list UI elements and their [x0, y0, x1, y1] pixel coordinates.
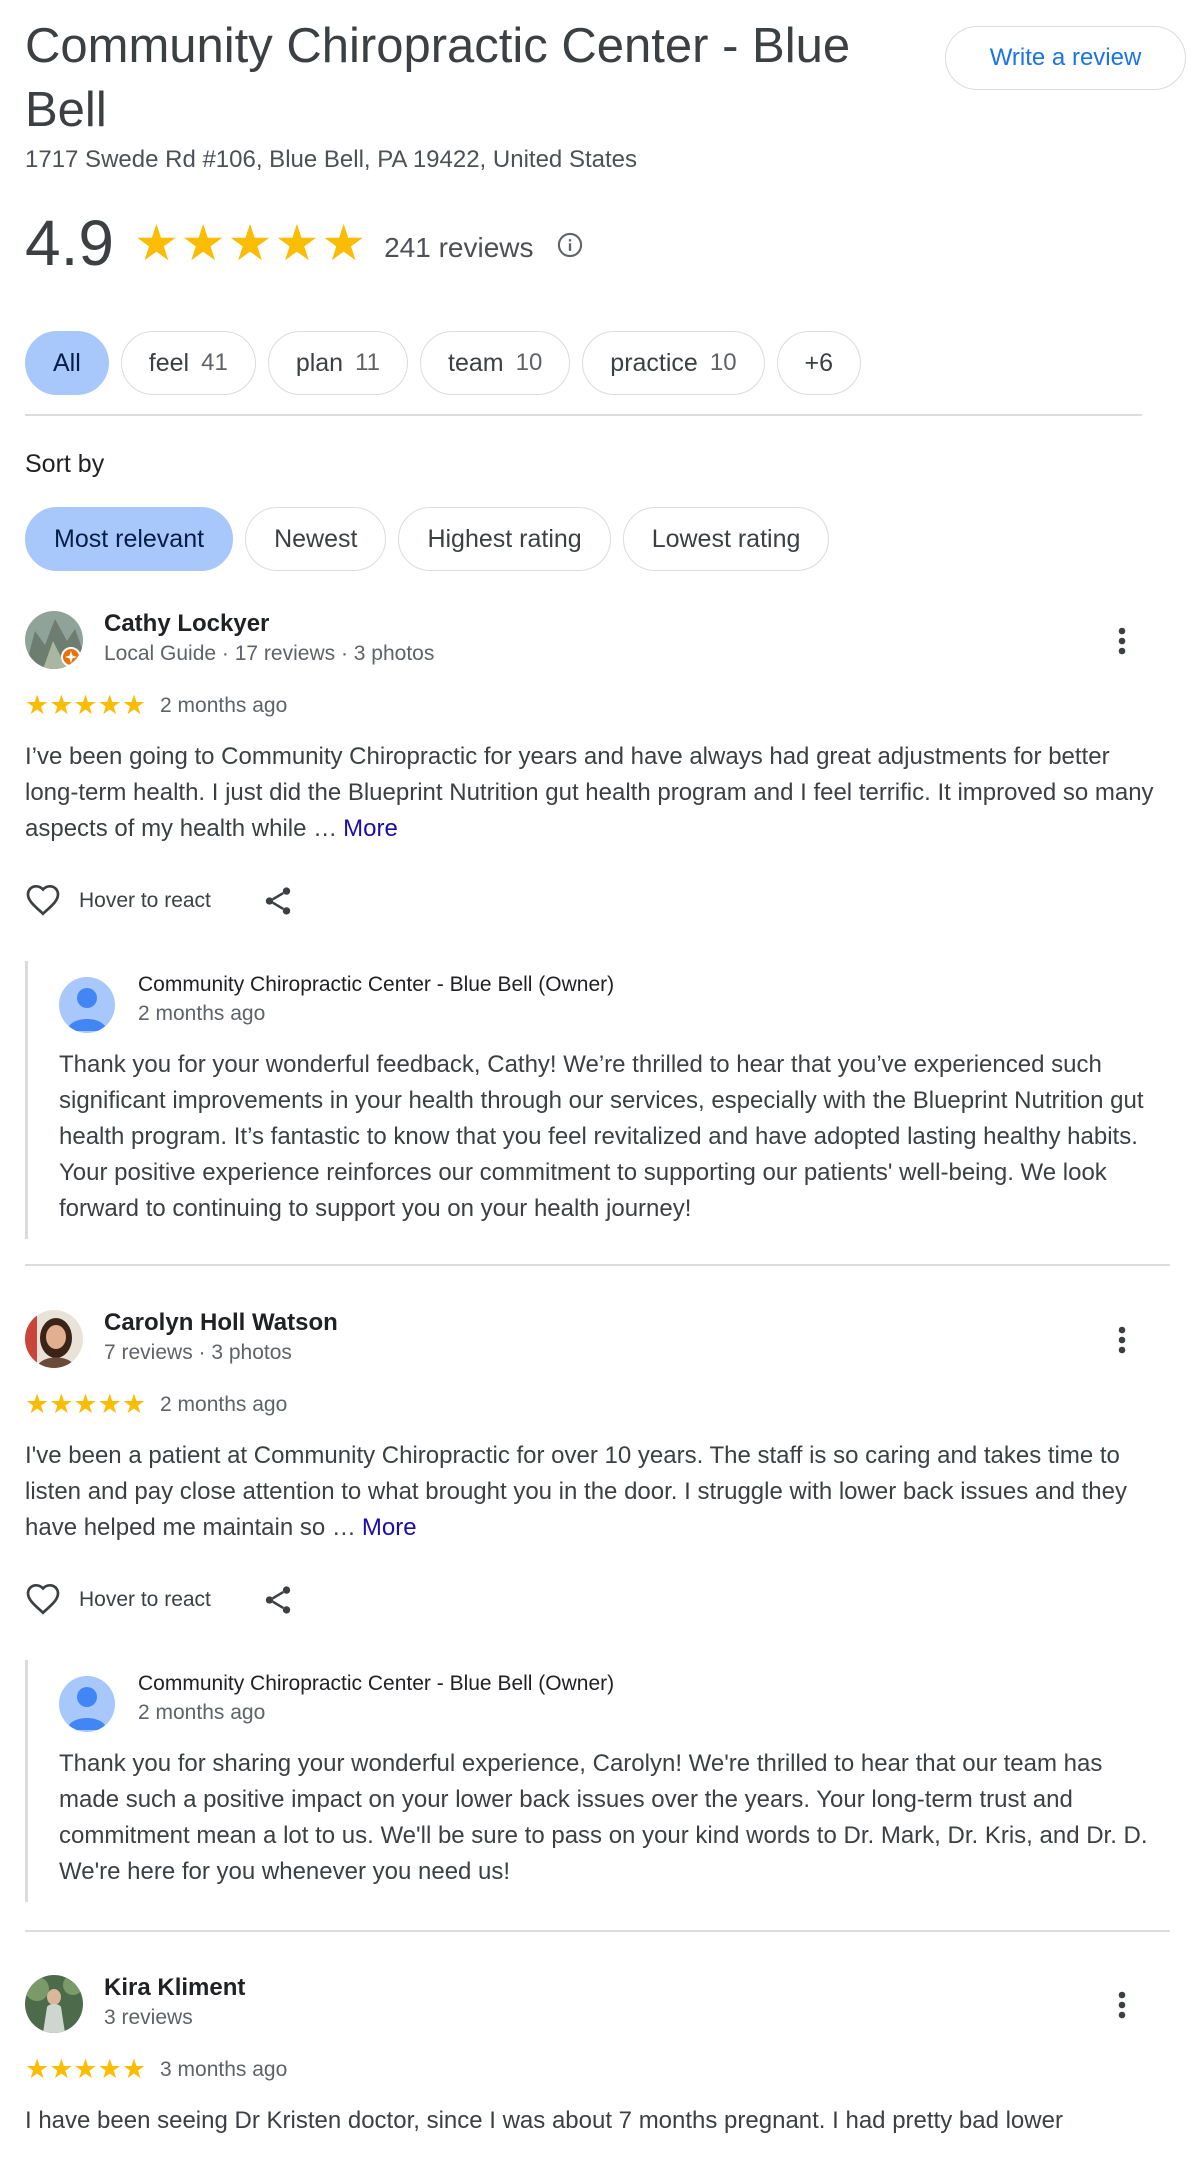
react-label: Hover to react: [79, 889, 211, 912]
chip-count: 10: [515, 349, 543, 376]
review-item: Cathy Lockyer Local Guide · 17 reviews ·…: [25, 610, 1175, 1239]
chip-label: Highest rating: [427, 524, 582, 553]
sort-by-label: Sort by: [25, 450, 105, 478]
divider: [25, 414, 1142, 416]
chip-label: plan: [295, 348, 344, 377]
reviewer-meta: 7 reviews · 3 photos: [104, 1341, 292, 1364]
sort-newest[interactable]: Newest: [245, 507, 387, 571]
divider: [25, 1930, 1170, 1932]
share-icon[interactable]: [261, 884, 295, 918]
more-link[interactable]: More: [362, 1514, 417, 1541]
reviewer-name[interactable]: Carolyn Holl Watson: [104, 1309, 338, 1337]
chip-label: Most relevant: [54, 524, 205, 553]
topic-filter-chips: All feel 41 plan 11 team 10 practice 10 …: [25, 331, 862, 395]
review-time: 2 months ago: [160, 1392, 288, 1416]
star-icon: ★: [227, 215, 273, 271]
review-rating: ★★★★★ 2 months ago: [25, 1389, 287, 1420]
reviewer-meta: Local Guide · 17 reviews · 3 photos: [104, 642, 435, 665]
chip-label: Lowest rating: [651, 524, 801, 553]
chip-feel[interactable]: feel 41: [120, 331, 256, 395]
chip-more-topics[interactable]: +6: [776, 331, 862, 395]
business-header: Community Chiropractic Center - Blue Bel…: [25, 14, 885, 174]
chip-team[interactable]: team 10: [420, 331, 571, 395]
owner-response-text: Thank you for sharing your wonderful exp…: [59, 1750, 1148, 1885]
star-icon: ★: [133, 215, 179, 271]
owner-response-time: 2 months ago: [138, 1002, 266, 1025]
owner-response: Community Chiropractic Center - Blue Bel…: [25, 1660, 1175, 1902]
info-icon[interactable]: [556, 231, 584, 259]
owner-response-text: Thank you for your wonderful feedback, C…: [59, 1051, 1144, 1222]
reviewer-meta: 3 reviews: [104, 2006, 193, 2029]
chip-label: Newest: [274, 524, 358, 553]
chip-label: +6: [804, 348, 834, 377]
review-time: 3 months ago: [160, 2057, 288, 2081]
review-stars: ★★★★★: [25, 690, 147, 720]
chip-practice[interactable]: practice 10: [582, 331, 765, 395]
review-item: Carolyn Holl Watson 7 reviews · 3 photos…: [25, 1309, 1175, 1910]
sort-highest-rating[interactable]: Highest rating: [398, 507, 611, 571]
chip-label: team: [448, 348, 504, 377]
review-rating: ★★★★★ 3 months ago: [25, 2054, 287, 2085]
owner-avatar: [59, 1676, 115, 1732]
reviewer-name[interactable]: Kira Kliment: [104, 1974, 245, 2002]
review-text-content: I've been a patient at Community Chiropr…: [25, 1442, 1127, 1541]
review-actions: Hover to react: [25, 1582, 295, 1618]
rating-value: 4.9: [25, 207, 114, 279]
chip-label: feel: [148, 348, 190, 377]
avatar[interactable]: [25, 1975, 83, 2033]
avatar[interactable]: [25, 1310, 83, 1368]
star-icon: ★: [180, 215, 226, 271]
divider: [25, 1264, 1170, 1266]
rating-summary: 4.9 ★ ★ ★ ★ ★ 241 reviews: [25, 208, 584, 278]
avatar[interactable]: [25, 611, 83, 669]
chip-count: 10: [709, 349, 737, 376]
owner-name: Community Chiropractic Center - Blue Bel…: [138, 973, 615, 996]
star-icon: ★: [321, 215, 367, 271]
review-text-content: I’ve been going to Community Chiropracti…: [25, 743, 1154, 842]
review-text: I’ve been going to Community Chiropracti…: [25, 739, 1155, 847]
heart-icon[interactable]: [25, 1582, 61, 1618]
share-icon[interactable]: [261, 1583, 295, 1617]
chip-plan[interactable]: plan 11: [267, 331, 408, 395]
chip-label: practice: [610, 348, 698, 377]
more-options-icon[interactable]: [1107, 1985, 1137, 2025]
business-title: Community Chiropractic Center - Blue Bel…: [25, 19, 851, 137]
more-options-icon[interactable]: [1107, 1320, 1137, 1360]
review-count: 241 reviews: [384, 232, 534, 263]
owner-response: Community Chiropractic Center - Blue Bel…: [25, 961, 1175, 1239]
review-rating: ★★★★★ 2 months ago: [25, 690, 287, 721]
review-text: I've been a patient at Community Chiropr…: [25, 1438, 1155, 1546]
review-text-content: I have been seeing Dr Kristen doctor, si…: [25, 2107, 1063, 2134]
star-icon: ★: [274, 215, 320, 271]
rating-stars: ★ ★ ★ ★ ★: [134, 218, 366, 268]
sort-lowest-rating[interactable]: Lowest rating: [622, 507, 830, 571]
write-review-button[interactable]: Write a review: [945, 26, 1186, 90]
more-options-icon[interactable]: [1107, 621, 1137, 661]
reviewer-name[interactable]: Cathy Lockyer: [104, 610, 269, 638]
sort-chips: Most relevant Newest Highest rating Lowe…: [25, 507, 830, 571]
review-item: Kira Kliment 3 reviews ★★★★★ 3 months ag…: [25, 1974, 1175, 2157]
heart-icon[interactable]: [25, 883, 61, 919]
more-link[interactable]: More: [343, 815, 398, 842]
chip-count: 41: [201, 349, 228, 376]
chip-all[interactable]: All: [25, 331, 109, 395]
review-actions: Hover to react: [25, 883, 295, 919]
business-address: 1717 Swede Rd #106, Blue Bell, PA 19422,…: [25, 146, 637, 173]
review-stars: ★★★★★: [25, 2054, 147, 2084]
review-stars: ★★★★★: [25, 1389, 147, 1419]
review-text: I have been seeing Dr Kristen doctor, si…: [25, 2103, 1155, 2139]
owner-avatar: [59, 977, 115, 1033]
owner-name: Community Chiropractic Center - Blue Bel…: [138, 1672, 615, 1695]
owner-response-time: 2 months ago: [138, 1701, 266, 1724]
react-label: Hover to react: [79, 1588, 211, 1611]
sort-most-relevant[interactable]: Most relevant: [25, 507, 234, 571]
chip-count: 11: [355, 349, 380, 376]
review-time: 2 months ago: [160, 693, 288, 717]
chip-label: All: [53, 348, 81, 377]
